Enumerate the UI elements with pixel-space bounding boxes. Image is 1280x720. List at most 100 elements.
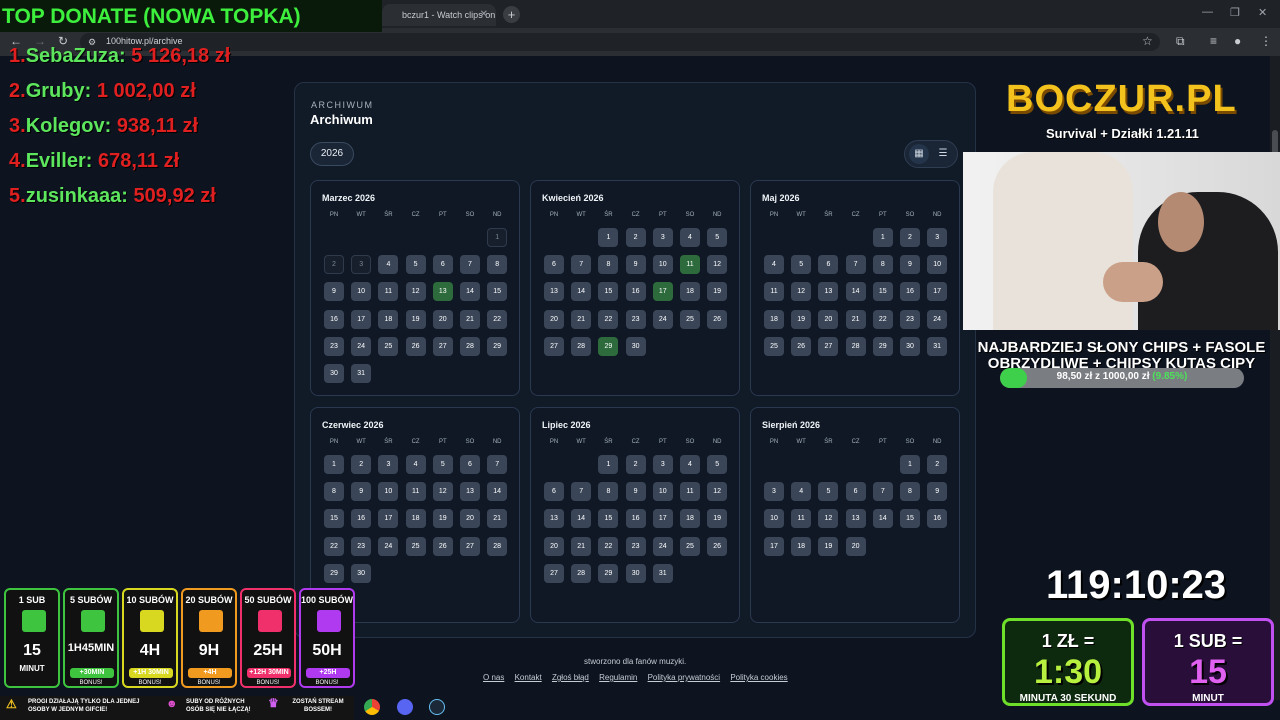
calendar-day[interactable]: 14 — [460, 282, 480, 302]
calendar-day[interactable]: 15 — [487, 282, 508, 302]
calendar-day[interactable]: 6 — [845, 482, 866, 502]
calendar-day[interactable]: 13 — [432, 282, 453, 302]
calendar-day[interactable]: 21 — [571, 309, 592, 329]
calendar-day[interactable]: 28 — [571, 563, 592, 583]
calendar-day[interactable]: 8 — [872, 255, 893, 275]
calendar-day[interactable]: 7 — [571, 482, 592, 502]
calendar-day[interactable]: 3 — [927, 228, 948, 247]
calendar-day[interactable]: 3 — [652, 228, 673, 247]
calendar-day[interactable]: 22 — [487, 309, 508, 329]
calendar-day[interactable]: 15 — [872, 282, 893, 302]
calendar-day[interactable]: 11 — [378, 282, 399, 302]
calendar-day[interactable]: 2 — [625, 455, 646, 474]
calendar-day[interactable]: 23 — [900, 309, 920, 329]
calendar-day[interactable]: 5 — [818, 482, 839, 502]
calendar-day[interactable]: 25 — [378, 336, 399, 356]
browser-tab-kick[interactable]: bczur1 - Watch clips on Kick ✕ — [382, 4, 496, 26]
calendar-day[interactable]: 18 — [405, 509, 426, 529]
calendar-day[interactable]: 21 — [571, 536, 592, 556]
calendar-day[interactable]: 30 — [351, 563, 372, 583]
profile-avatar[interactable]: ● — [1234, 34, 1241, 48]
calendar-day[interactable]: 25 — [405, 536, 426, 556]
calendar-day[interactable]: 6 — [432, 255, 453, 275]
calendar-day[interactable]: 3 — [351, 255, 372, 275]
calendar-day[interactable]: 2 — [324, 255, 344, 275]
calendar-day[interactable]: 18 — [764, 309, 784, 329]
calendar-day[interactable]: 14 — [571, 282, 592, 302]
calendar-day[interactable]: 12 — [818, 509, 839, 529]
calendar-day[interactable]: 8 — [324, 482, 344, 502]
calendar-day[interactable]: 8 — [598, 255, 619, 275]
calendar-day[interactable]: 10 — [378, 482, 399, 502]
calendar-day[interactable]: 5 — [791, 255, 812, 275]
calendar-day[interactable]: 30 — [324, 364, 344, 383]
calendar-day[interactable]: 4 — [405, 455, 426, 474]
calendar-day[interactable]: 21 — [460, 309, 480, 329]
calendar-day[interactable]: 18 — [791, 536, 812, 556]
calendar-day[interactable]: 8 — [487, 255, 508, 275]
omnibox[interactable] — [80, 33, 1160, 51]
calendar-day[interactable]: 20 — [544, 309, 564, 329]
calendar-day[interactable]: 3 — [652, 455, 673, 474]
calendar-day[interactable]: 28 — [571, 336, 592, 356]
calendar-day[interactable]: 2 — [351, 455, 372, 474]
calendar-day[interactable]: 21 — [845, 309, 866, 329]
calendar-day[interactable]: 17 — [927, 282, 948, 302]
calendar-day[interactable]: 9 — [351, 482, 372, 502]
calendar-day[interactable]: 4 — [680, 228, 700, 247]
year-selector-button[interactable]: 2026 — [310, 142, 354, 166]
calendar-day[interactable]: 23 — [625, 309, 646, 329]
calendar-day[interactable]: 15 — [598, 509, 619, 529]
calendar-day[interactable]: 7 — [571, 255, 592, 275]
calendar-day[interactable]: 4 — [378, 255, 399, 275]
minimize-icon[interactable]: — — [1202, 6, 1213, 18]
calendar-day[interactable]: 14 — [487, 482, 508, 502]
calendar-day[interactable]: 17 — [652, 282, 673, 302]
calendar-day[interactable]: 24 — [652, 309, 673, 329]
calendar-day[interactable]: 8 — [900, 482, 920, 502]
calendar-day[interactable]: 19 — [707, 509, 728, 529]
calendar-day[interactable]: 1 — [598, 455, 619, 474]
calendar-day[interactable]: 1 — [900, 455, 920, 474]
calendar-day[interactable]: 4 — [680, 455, 700, 474]
calendar-day[interactable]: 11 — [680, 482, 700, 502]
calendar-day[interactable]: 15 — [900, 509, 920, 529]
calendar-day[interactable]: 29 — [598, 336, 619, 356]
chrome-taskbar-icon[interactable] — [364, 699, 380, 715]
calendar-day[interactable]: 22 — [598, 536, 619, 556]
calendar-day[interactable]: 16 — [900, 282, 920, 302]
calendar-day[interactable]: 28 — [487, 536, 508, 556]
calendar-day[interactable]: 6 — [544, 482, 564, 502]
calendar-day[interactable]: 29 — [487, 336, 508, 356]
footer-link-contact[interactable]: Kontakt — [515, 673, 542, 682]
calendar-day[interactable]: 22 — [872, 309, 893, 329]
calendar-day[interactable]: 15 — [324, 509, 344, 529]
calendar-day[interactable]: 4 — [764, 255, 784, 275]
calendar-day[interactable]: 29 — [872, 336, 893, 356]
calendar-day[interactable]: 13 — [818, 282, 839, 302]
calendar-day[interactable]: 9 — [900, 255, 920, 275]
calendar-day[interactable]: 25 — [680, 536, 700, 556]
calendar-day[interactable]: 27 — [818, 336, 839, 356]
calendar-day[interactable]: 18 — [378, 309, 399, 329]
calendar-day[interactable]: 20 — [544, 536, 564, 556]
calendar-day[interactable]: 12 — [707, 255, 728, 275]
calendar-day[interactable]: 5 — [405, 255, 426, 275]
calendar-day[interactable]: 17 — [378, 509, 399, 529]
footer-link-cookies[interactable]: Polityka cookies — [730, 673, 787, 682]
calendar-day[interactable]: 31 — [351, 364, 372, 383]
calendar-day[interactable]: 20 — [432, 309, 453, 329]
calendar-day[interactable]: 26 — [707, 536, 728, 556]
menu-kebab-icon[interactable]: ⋮ — [1260, 34, 1272, 48]
calendar-day[interactable]: 11 — [680, 255, 700, 275]
new-tab-button[interactable]: + — [503, 6, 520, 23]
calendar-day[interactable]: 17 — [351, 309, 372, 329]
calendar-day[interactable]: 30 — [625, 563, 646, 583]
calendar-day[interactable]: 3 — [378, 455, 399, 474]
calendar-day[interactable]: 7 — [845, 255, 866, 275]
calendar-day[interactable]: 12 — [405, 282, 426, 302]
calendar-day[interactable]: 16 — [625, 509, 646, 529]
calendar-day[interactable]: 12 — [432, 482, 453, 502]
calendar-day[interactable]: 6 — [818, 255, 839, 275]
calendar-day[interactable]: 27 — [460, 536, 480, 556]
